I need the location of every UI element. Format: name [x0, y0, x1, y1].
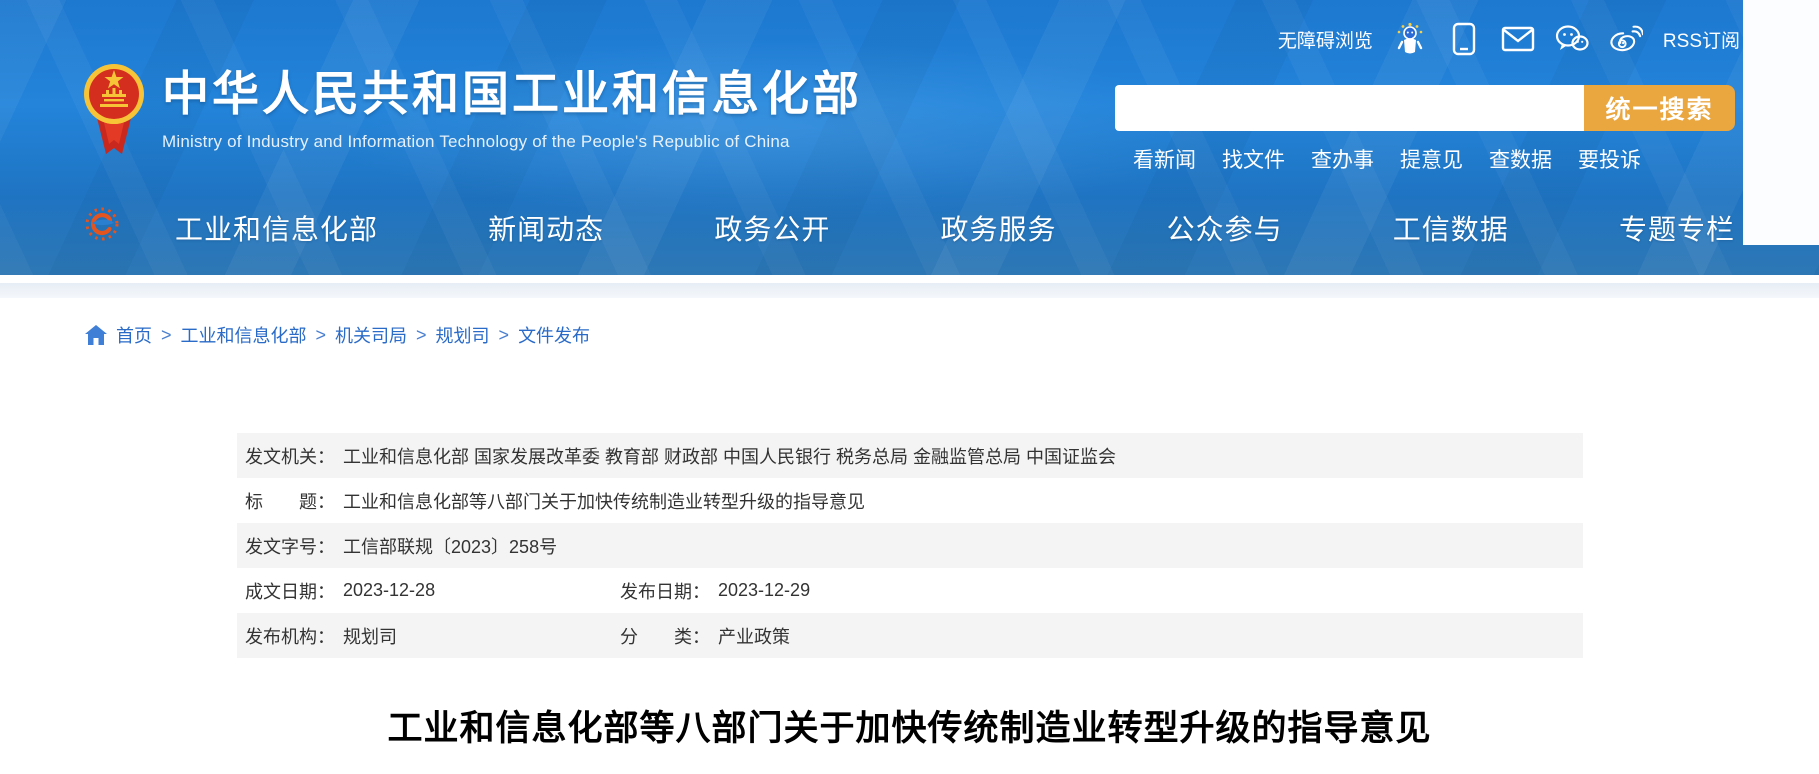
site-header: 无障碍浏览	[0, 0, 1819, 275]
quick-links: 看新闻 找文件 查办事 提意见 查数据 要投诉	[1133, 144, 1641, 174]
meta-row-issuing-agency: 发文机关： 工业和信息化部 国家发展改革委 教育部 财政部 中国人民银行 税务总…	[237, 433, 1583, 478]
site-title: 中华人民共和国工业和信息化部	[162, 62, 862, 126]
meta-row-publisher-category: 发布机构： 规划司 分 类： 产业政策	[237, 613, 1583, 658]
meta-value: 工业和信息化部等八部门关于加快传统制造业转型升级的指导意见	[343, 488, 865, 514]
breadcrumb-separator: >	[161, 325, 172, 346]
mail-icon[interactable]	[1501, 22, 1535, 56]
quick-link-data[interactable]: 查数据	[1489, 144, 1552, 174]
site-subtitle: Ministry of Industry and Information Tec…	[162, 132, 862, 152]
meta-value: 2023-12-29	[718, 580, 810, 601]
meta-row-document-number: 发文字号： 工信部联规〔2023〕258号	[237, 523, 1583, 568]
site-logo-block[interactable]: 中华人民共和国工业和信息化部 Ministry of Industry and …	[82, 62, 862, 160]
meta-label: 标 题：	[245, 488, 335, 514]
miit-e-logo-icon	[84, 206, 120, 242]
meta-row-dates: 成文日期： 2023-12-28 发布日期： 2023-12-29	[237, 568, 1583, 613]
nav-item-news[interactable]: 新闻动态	[488, 208, 604, 248]
breadcrumb-home[interactable]: 首页	[116, 322, 152, 348]
accessibility-link[interactable]: 无障碍浏览	[1278, 26, 1373, 53]
meta-label: 发布日期：	[620, 578, 710, 604]
meta-label: 分 类：	[620, 623, 710, 649]
mascot-robot-icon[interactable]	[1393, 22, 1427, 56]
meta-value: 规划司	[343, 623, 397, 649]
utility-bar: 无障碍浏览	[0, 20, 1740, 58]
meta-row-title: 标 题： 工业和信息化部等八部门关于加快传统制造业转型升级的指导意见	[237, 478, 1583, 523]
breadcrumb-departments[interactable]: 机关司局	[335, 322, 407, 348]
quick-link-services[interactable]: 查办事	[1311, 144, 1374, 174]
weibo-icon[interactable]	[1609, 22, 1643, 56]
search-input[interactable]	[1115, 85, 1584, 131]
mobile-phone-icon[interactable]	[1447, 22, 1481, 56]
header-right-margin	[1743, 0, 1819, 245]
nav-item-gov-services[interactable]: 政务服务	[940, 208, 1056, 248]
nav-item-gov-disclosure[interactable]: 政务公开	[714, 208, 830, 248]
breadcrumb-document-release[interactable]: 文件发布	[518, 322, 590, 348]
document-meta-table: 发文机关： 工业和信息化部 国家发展改革委 教育部 财政部 中国人民银行 税务总…	[237, 433, 1583, 658]
nav-item-public-participation[interactable]: 公众参与	[1167, 208, 1283, 248]
rss-link[interactable]: RSS订阅	[1663, 26, 1740, 53]
meta-label: 发布机构：	[245, 623, 335, 649]
quick-link-complaints[interactable]: 要投诉	[1578, 144, 1641, 174]
meta-value: 2023-12-28	[343, 580, 435, 601]
main-nav: 工业和信息化部 新闻动态 政务公开 政务服务 公众参与 工信数据 专题专栏	[175, 208, 1735, 248]
home-icon[interactable]	[85, 325, 107, 345]
meta-label: 发文字号：	[245, 533, 335, 559]
meta-label: 成文日期：	[245, 578, 335, 604]
quick-link-suggestions[interactable]: 提意见	[1400, 144, 1463, 174]
header-divider-strip	[0, 283, 1819, 298]
meta-label: 发文机关：	[245, 443, 335, 469]
breadcrumb-separator: >	[499, 325, 510, 346]
breadcrumb-separator: >	[316, 325, 327, 346]
page: 无障碍浏览	[0, 0, 1819, 774]
nav-item-special-topics[interactable]: 专题专栏	[1619, 208, 1735, 248]
meta-value: 工业和信息化部 国家发展改革委 教育部 财政部 中国人民银行 税务总局 金融监管…	[343, 443, 1116, 469]
wechat-icon[interactable]	[1555, 22, 1589, 56]
breadcrumb-separator: >	[416, 325, 427, 346]
nav-item-industry-data[interactable]: 工信数据	[1393, 208, 1509, 248]
meta-value: 工信部联规〔2023〕258号	[343, 533, 557, 559]
quick-link-news[interactable]: 看新闻	[1133, 144, 1196, 174]
search-button[interactable]: 统一搜索	[1584, 85, 1735, 131]
meta-value: 产业政策	[718, 623, 790, 649]
article-title: 工业和信息化部等八部门关于加快传统制造业转型升级的指导意见	[0, 700, 1819, 751]
breadcrumb-planning-dept[interactable]: 规划司	[436, 322, 490, 348]
breadcrumb-miit[interactable]: 工业和信息化部	[181, 322, 307, 348]
breadcrumb: 首页 > 工业和信息化部 > 机关司局 > 规划司 > 文件发布	[85, 322, 590, 348]
quick-link-documents[interactable]: 找文件	[1222, 144, 1285, 174]
site-title-block: 中华人民共和国工业和信息化部 Ministry of Industry and …	[162, 62, 862, 152]
nav-item-miit[interactable]: 工业和信息化部	[175, 208, 378, 248]
national-emblem-icon	[82, 62, 146, 160]
